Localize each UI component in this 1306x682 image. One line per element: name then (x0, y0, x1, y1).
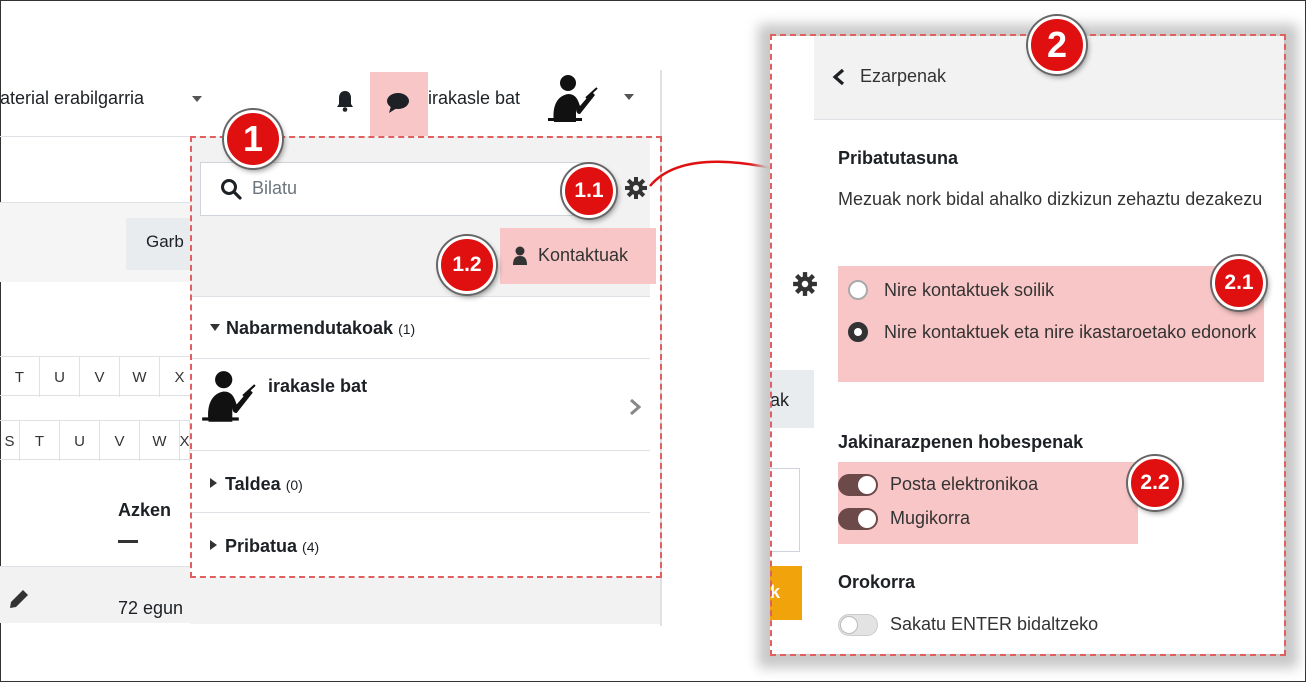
save-button[interactable]: Garb (126, 218, 190, 270)
letter-filter[interactable]: W (140, 421, 180, 461)
drawer-footer (190, 578, 660, 624)
pencil-icon[interactable] (8, 588, 30, 610)
letter-filter[interactable]: U (60, 421, 100, 461)
table-column-header[interactable]: Azken (118, 500, 171, 521)
letter-filter[interactable]: U (40, 357, 80, 397)
annotation-badge: 1.2 (438, 236, 496, 294)
user-menu-name[interactable]: irakasle bat (428, 88, 520, 109)
chevron-down-icon (192, 96, 202, 102)
sort-indicator (118, 540, 138, 543)
letter-filter[interactable]: T (0, 357, 40, 397)
annotation-badge: 2 (1028, 16, 1086, 74)
teacher-avatar-icon[interactable] (546, 74, 598, 126)
initials-filter-row: S T U V W X (0, 420, 190, 461)
annotation-badge: 2.1 (1212, 256, 1266, 310)
letter-filter[interactable]: V (100, 421, 140, 461)
annotation-box-2 (770, 34, 1286, 656)
chevron-down-icon[interactable] (624, 94, 634, 100)
annotation-badge: 1 (224, 110, 282, 168)
annotation-badge: 2.2 (1128, 456, 1182, 510)
letter-filter[interactable]: V (80, 357, 120, 397)
letter-filter[interactable]: W (120, 357, 160, 397)
chat-icon[interactable] (386, 92, 410, 114)
letter-filter[interactable]: S (0, 421, 20, 461)
letter-filter[interactable]: T (20, 421, 60, 461)
nav-menu-item[interactable]: aterial erabilgarria (0, 88, 144, 109)
initials-filter-row: T U V W X (0, 356, 200, 397)
letter-filter[interactable]: X (180, 421, 190, 461)
bell-icon[interactable] (336, 90, 354, 112)
table-cell: 72 egun (118, 598, 184, 618)
annotation-badge: 1.1 (562, 164, 616, 218)
